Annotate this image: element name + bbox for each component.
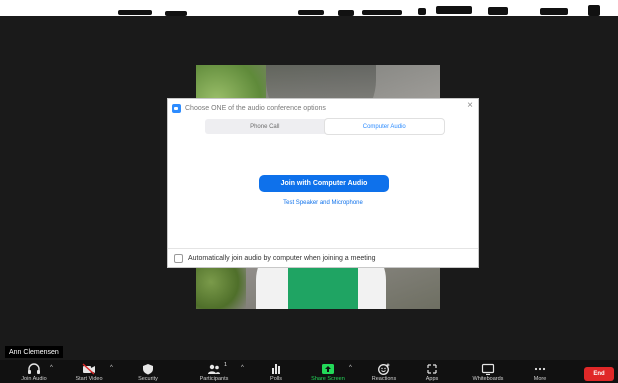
toolbar-label: Share Screen [311,376,345,382]
more-button[interactable]: More [514,360,566,383]
whiteboard-icon [481,363,495,375]
join-audio-button[interactable]: Join Audio [8,360,60,383]
participants-icon [208,364,220,374]
audio-tabs: Phone Call Computer Audio [205,119,444,134]
start-video-button[interactable]: Start Video [63,360,115,383]
participant-name-tag: Ann Clemensen [5,346,63,358]
toolbar-label: Security [138,376,158,382]
participant-count: 1 [224,362,228,368]
reactions-button[interactable]: Reactions [358,360,410,383]
auto-join-row: Automatically join audio by computer whe… [174,254,376,263]
test-speaker-link[interactable]: Test Speaker and Microphone [168,200,478,206]
zoom-logo-icon [172,103,181,113]
whiteboards-button[interactable]: Whiteboards [462,360,514,383]
tab-computer-audio[interactable]: Computer Audio [324,119,444,134]
audio-options-dialog: Choose ONE of the audio conference optio… [167,98,479,268]
headphones-icon [28,363,40,374]
dialog-title: Choose ONE of the audio conference optio… [185,104,326,112]
tab-phone-call[interactable]: Phone Call [205,119,325,134]
shield-icon [143,364,153,375]
participants-button[interactable]: 1 Participants [188,360,240,383]
close-icon[interactable]: × [467,100,473,112]
poll-icon [272,364,280,374]
auto-join-checkbox[interactable] [174,254,183,263]
share-screen-icon [322,364,334,374]
participants-options-caret[interactable]: ^ [241,365,244,371]
share-screen-button[interactable]: Share Screen [302,360,354,383]
apps-button[interactable]: Apps [406,360,458,383]
security-button[interactable]: Security [122,360,174,383]
join-computer-audio-button[interactable]: Join with Computer Audio [259,175,389,192]
toolbar-label: Join Audio [21,376,47,382]
dialog-title-bar: Choose ONE of the audio conference optio… [172,102,326,114]
toolbar-label: Reactions [371,376,397,382]
toolbar-label: Polls [270,376,282,382]
toolbar-label: Start Video [75,376,103,382]
meeting-toolbar: Join Audio ^ Start Video ^ Security 1 Pa… [0,360,618,383]
polls-button[interactable]: Polls [250,360,302,383]
emoji-icon [378,363,390,375]
audio-options-caret[interactable]: ^ [50,365,53,371]
share-options-caret[interactable]: ^ [349,365,352,371]
auto-join-label: Automatically join audio by computer whe… [188,255,376,262]
video-options-caret[interactable]: ^ [110,365,113,371]
toolbar-label: Whiteboards [472,376,504,382]
more-icon [534,367,546,371]
cropped-header-strip [0,0,618,16]
toolbar-label: Participants [199,376,229,382]
apps-icon [427,364,437,374]
video-off-icon [82,363,95,375]
dialog-divider [168,248,478,249]
toolbar-label: Apps [425,376,439,382]
end-meeting-button[interactable]: End [584,367,614,381]
toolbar-label: More [533,376,547,382]
